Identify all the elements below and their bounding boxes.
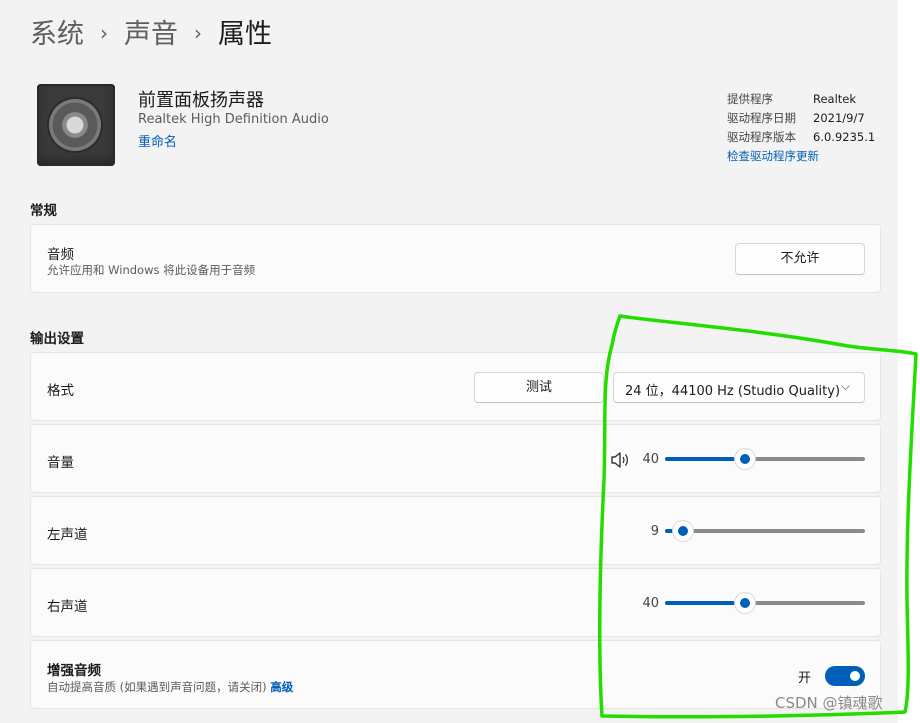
hand-drawn-annotation [598,314,918,719]
watermark: CSDN @镇魂歌 [775,694,883,712]
